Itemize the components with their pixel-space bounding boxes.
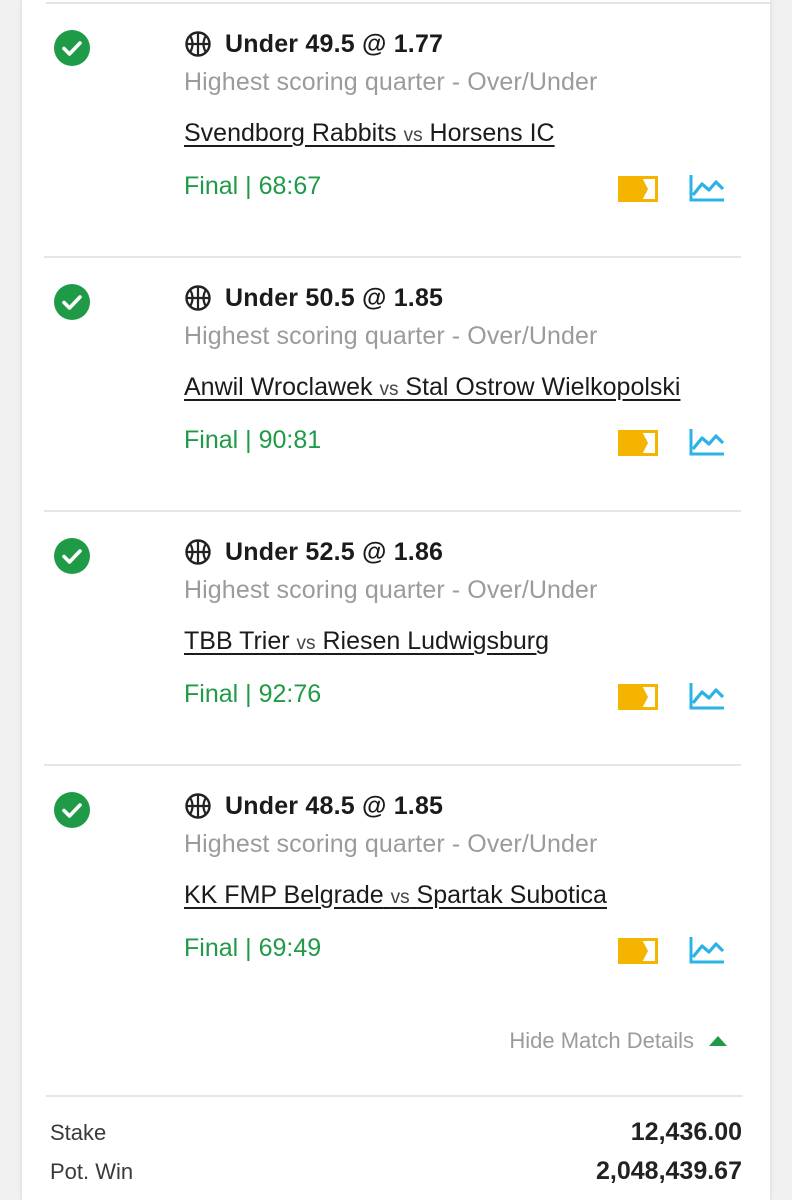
bet-title-row: Under 50.5 @ 1.85 [184,280,443,316]
stats-icon[interactable] [688,427,726,457]
bet-selection: Under 49.5 @ 1.77 [225,29,444,58]
home-team: TBB Trier [184,627,290,655]
match-result: Final | 68:67 [184,172,322,200]
stake-value: 12,436.00 [630,1118,742,1146]
vs-label: vs [390,887,410,908]
match-link[interactable]: TBB Trier vs Riesen Ludwigsburg [184,627,549,656]
tag-icon[interactable] [618,938,658,964]
bet-item: Under 49.5 @ 1.77 Highest scoring quarte… [22,2,770,258]
basketball-icon [185,793,211,819]
bet-market: Highest scoring quarter - Over/Under [184,68,598,96]
home-team: Svendborg Rabbits [184,119,397,147]
basketball-icon [185,285,211,311]
pot-win-value: 2,048,439.67 [596,1157,742,1185]
bet-market: Highest scoring quarter - Over/Under [184,576,598,604]
bet-selection: Under 52.5 @ 1.86 [225,537,444,566]
check-circle-icon [54,538,90,574]
vs-label: vs [379,379,399,400]
match-result: Final | 90:81 [184,426,322,454]
match-link[interactable]: Svendborg Rabbits vs Horsens IC [184,119,555,148]
caret-up-icon [709,1036,727,1046]
bet-title-row: Under 49.5 @ 1.77 [184,26,443,62]
bet-title-row: Under 52.5 @ 1.86 [184,534,443,570]
bet-title-row: Under 48.5 @ 1.85 [184,788,443,824]
vs-label: vs [403,125,423,146]
tag-icon[interactable] [618,684,658,710]
bet-item: Under 50.5 @ 1.85 Highest scoring quarte… [22,256,770,512]
stats-icon[interactable] [688,173,726,203]
vs-label: vs [296,633,316,654]
basketball-icon [185,539,211,565]
home-team: Anwil Wroclawek [184,373,373,401]
hide-match-details-label: Hide Match Details [509,1028,694,1053]
stats-icon[interactable] [688,681,726,711]
bet-details-card: Under 49.5 @ 1.77 Highest scoring quarte… [22,0,770,1200]
bet-item: Under 52.5 @ 1.86 Highest scoring quarte… [22,510,770,766]
check-circle-icon [54,284,90,320]
match-link[interactable]: Anwil Wroclawek vs Stal Ostrow Wielkopol… [184,373,680,402]
hide-match-details-button[interactable]: Hide Match Details [509,1028,728,1054]
bet-market: Highest scoring quarter - Over/Under [184,322,598,350]
away-team: Riesen Ludwigsburg [322,627,550,655]
pot-win-label: Pot. Win [50,1159,134,1184]
bet-item: Under 48.5 @ 1.85 Highest scoring quarte… [22,764,770,1018]
home-team: KK FMP Belgrade [184,881,384,909]
basketball-icon [185,31,211,57]
stake-label: Stake [50,1120,107,1145]
check-circle-icon [54,30,90,66]
summary-divider [46,1095,743,1097]
bet-market: Highest scoring quarter - Over/Under [184,830,598,858]
match-result: Final | 92:76 [184,680,322,708]
tag-icon[interactable] [618,176,658,202]
away-team: Stal Ostrow Wielkopolski [405,373,681,401]
stats-icon[interactable] [688,935,726,965]
bet-selection: Under 48.5 @ 1.85 [225,791,444,820]
away-team: Spartak Subotica [416,881,607,909]
away-team: Horsens IC [429,119,555,147]
match-result: Final | 69:49 [184,934,322,962]
check-circle-icon [54,792,90,828]
bet-selection: Under 50.5 @ 1.85 [225,283,444,312]
match-link[interactable]: KK FMP Belgrade vs Spartak Subotica [184,881,607,910]
tag-icon[interactable] [618,430,658,456]
